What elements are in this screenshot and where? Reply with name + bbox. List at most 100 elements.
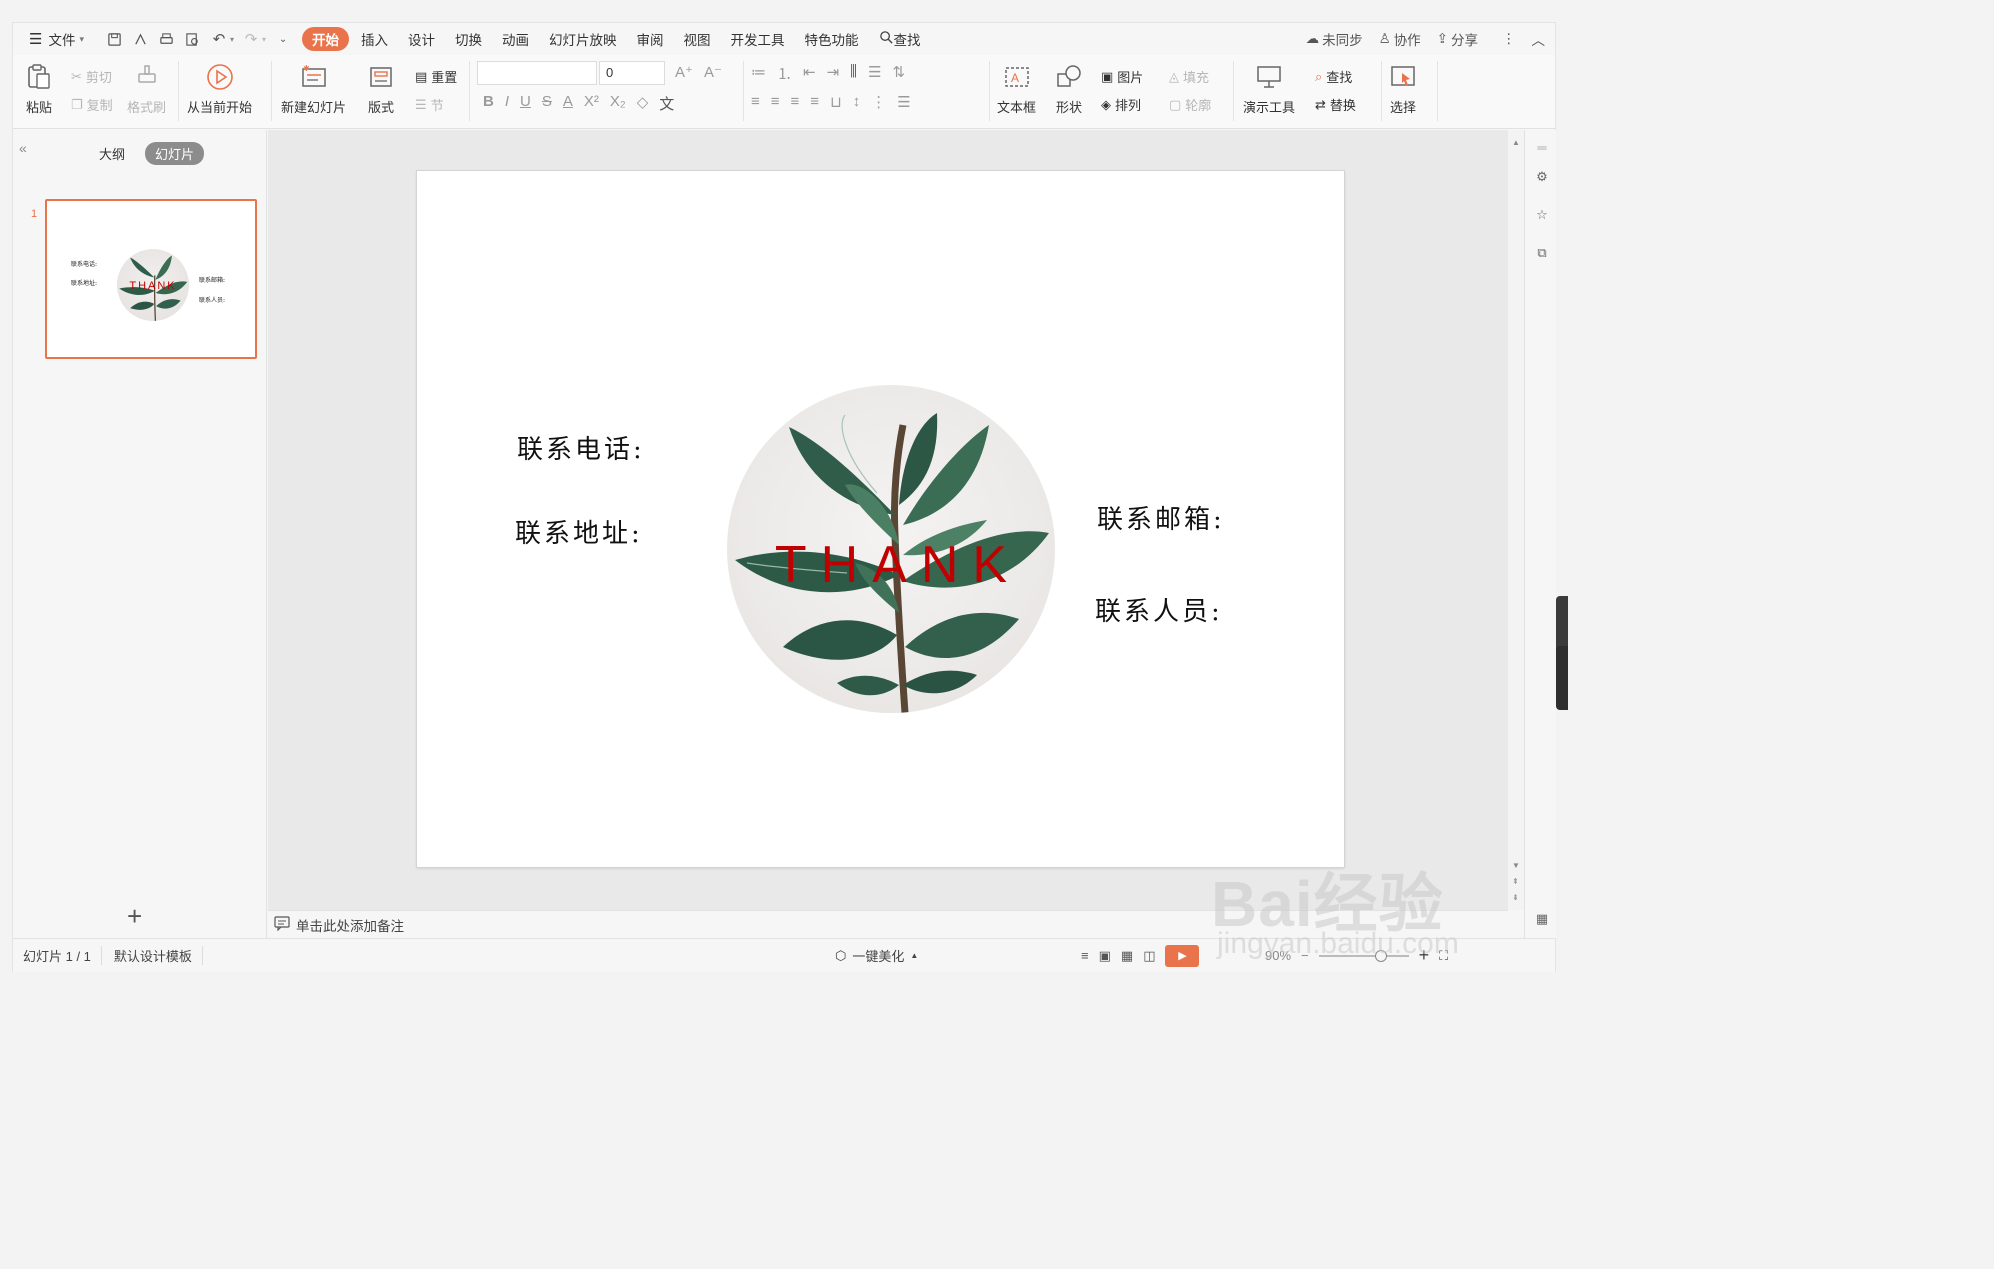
font-color-icon[interactable]: A xyxy=(563,93,573,114)
scroll-down-icon[interactable]: ▼ xyxy=(1512,858,1520,874)
more-icon[interactable]: ⋮ xyxy=(1502,31,1516,47)
slideshow-play-button[interactable]: ▶ xyxy=(1165,944,1200,967)
phone-label[interactable]: 联系电话: xyxy=(517,429,645,466)
template-name[interactable]: 默认设计模板 xyxy=(114,946,203,965)
sync-status[interactable]: ☁ 未同步 xyxy=(1306,29,1363,49)
vertical-scrollbar[interactable]: ▲ ▼ ⇞ ⇟ xyxy=(1508,130,1524,910)
tab-transitions[interactable]: 切换 xyxy=(447,27,490,51)
zoom-slider[interactable] xyxy=(1318,949,1409,962)
font-size-combo[interactable]: 0 xyxy=(599,61,665,85)
numbered-list-icon[interactable]: ⒈ xyxy=(777,63,792,84)
customize-chevron-icon[interactable]: ⌄ xyxy=(274,30,292,48)
star-icon[interactable]: ☆ xyxy=(1533,206,1551,224)
grid-icon[interactable]: ▦ xyxy=(1533,910,1551,928)
reset-button[interactable]: ▤ 重置 xyxy=(415,67,457,86)
file-menu[interactable]: ☰ 文件 ▾ xyxy=(21,27,92,51)
tab-view[interactable]: 视图 xyxy=(676,27,719,51)
beautify-button[interactable]: ⬡ 一键美化 ▲ xyxy=(835,946,918,965)
increase-font-icon[interactable]: A⁺ xyxy=(675,63,693,81)
eraser-icon[interactable]: ◇ xyxy=(637,93,649,114)
justify-icon[interactable]: ≡ xyxy=(810,93,819,111)
decrease-font-icon[interactable]: A⁻ xyxy=(704,63,722,81)
tab-special[interactable]: 特色功能 xyxy=(797,27,867,51)
italic-icon[interactable]: I xyxy=(505,93,509,114)
fit-window-icon[interactable]: ⛶ xyxy=(1439,948,1448,964)
tab-slideshow[interactable]: 幻灯片放映 xyxy=(541,27,625,51)
bullet-indent-icon[interactable]: ⋮ xyxy=(871,93,886,111)
section-button[interactable]: ☰ 节 xyxy=(415,95,444,114)
edge-tab[interactable] xyxy=(1556,646,1568,710)
subscript-icon[interactable]: X₂ xyxy=(610,93,626,114)
picture-button[interactable]: ▣ 图片 xyxy=(1101,67,1143,86)
distribute-icon[interactable]: ⊔ xyxy=(830,93,842,111)
slide-thumbnail[interactable]: 联系电话: 联系地址: 联系邮箱: 联系人员: THANK xyxy=(45,199,257,359)
contact-person-label[interactable]: 联系人员: xyxy=(1095,591,1223,628)
collapse-pane-icon[interactable]: « xyxy=(19,140,27,156)
tab-animations[interactable]: 动画 xyxy=(494,27,537,51)
play-from-current-button[interactable]: 从当前开始 xyxy=(187,63,252,116)
save-icon[interactable] xyxy=(106,30,124,48)
undo-dropdown-icon[interactable]: ▾ xyxy=(230,35,234,44)
zoom-in-icon[interactable]: + xyxy=(1419,945,1430,966)
align-right-icon[interactable]: ≡ xyxy=(791,93,800,111)
underline-icon[interactable]: U xyxy=(520,93,531,114)
layout-button[interactable]: 版式 xyxy=(367,63,395,116)
tab-developer[interactable]: 开发工具 xyxy=(723,27,793,51)
add-slide-button[interactable]: + xyxy=(127,901,142,932)
collab-button[interactable]: ♙ 协作 xyxy=(1379,29,1421,49)
reading-view-icon[interactable]: ◫ xyxy=(1143,948,1155,964)
print-icon[interactable] xyxy=(158,30,176,48)
format-painter-button[interactable]: 格式刷 xyxy=(127,63,166,116)
plant-image[interactable]: THANK xyxy=(727,385,1055,713)
slide-sorter-icon[interactable]: ▦ xyxy=(1121,948,1133,964)
bold-icon[interactable]: B xyxy=(483,93,494,114)
scroll-up-icon[interactable]: ▲ xyxy=(1512,138,1520,147)
cut-button[interactable]: ✂ 剪切 xyxy=(71,67,112,86)
align-left-icon[interactable]: ≡ xyxy=(751,93,760,111)
tab-home[interactable]: 开始 xyxy=(302,27,350,51)
collapse-ribbon-icon[interactable]: ︿ xyxy=(1532,29,1546,49)
superscript-icon[interactable]: X² xyxy=(584,93,599,114)
textbox-button[interactable]: A 文本框 xyxy=(997,63,1036,116)
outdent-icon[interactable]: ⇤ xyxy=(803,63,816,84)
paste-button[interactable]: 粘贴 xyxy=(25,63,53,116)
tab-slides[interactable]: 幻灯片 xyxy=(145,142,205,165)
prev-page-icon[interactable]: ⇞ xyxy=(1512,874,1520,890)
tab-review[interactable]: 审阅 xyxy=(629,27,672,51)
tab-design[interactable]: 设计 xyxy=(400,27,443,51)
undo-icon[interactable]: ↶ xyxy=(210,30,228,48)
strikethrough-icon[interactable]: S xyxy=(542,93,552,114)
address-label[interactable]: 联系地址: xyxy=(515,513,643,550)
fill-button[interactable]: ◬ 填充 xyxy=(1169,67,1209,86)
arrange-button[interactable]: ◈ 排列 xyxy=(1101,95,1141,114)
thank-text[interactable]: THANK xyxy=(727,535,1055,595)
slide[interactable]: 联系电话: 联系地址: 联系邮箱: 联系人员: THANK xyxy=(417,171,1344,867)
share-button[interactable]: ⇪ 分享 xyxy=(1437,29,1478,49)
bullet-list-icon[interactable]: ≔ xyxy=(751,63,766,84)
format-icon[interactable] xyxy=(132,30,150,48)
replace-button[interactable]: ⇄ 替换 xyxy=(1315,95,1356,114)
zoom-out-icon[interactable]: − xyxy=(1301,948,1309,963)
find-button[interactable]: ⌕ 查找 xyxy=(1315,67,1352,86)
zoom-level[interactable]: 90% xyxy=(1265,948,1291,963)
normal-view-icon[interactable]: ▣ xyxy=(1099,948,1111,964)
print-preview-icon[interactable] xyxy=(184,30,202,48)
new-slide-button[interactable]: ✱ 新建幻灯片 xyxy=(281,63,346,116)
text-effect-icon[interactable]: 文 xyxy=(659,93,674,114)
line-spacing-icon[interactable]: ☰ xyxy=(868,63,881,84)
shape-button[interactable]: 形状 xyxy=(1055,63,1083,116)
search-button[interactable]: 查找 xyxy=(871,27,929,51)
columns-icon[interactable]: ⫼ xyxy=(850,63,857,84)
notes-bar[interactable]: 单击此处添加备注 xyxy=(268,910,1508,938)
text-direction-icon[interactable]: ⇅ xyxy=(893,63,906,84)
outline-button[interactable]: ▢ 轮廓 xyxy=(1169,95,1211,114)
indent-icon[interactable]: ⇥ xyxy=(827,63,840,84)
para-spacing-icon[interactable]: ↕ xyxy=(853,93,861,111)
email-label[interactable]: 联系邮箱: xyxy=(1097,499,1225,536)
redo-dropdown-icon[interactable]: ▾ xyxy=(262,35,266,44)
notes-toggle-icon[interactable]: ≡ xyxy=(1081,948,1089,963)
swap-icon[interactable]: ⧉ xyxy=(1533,244,1551,262)
select-button[interactable]: 选择 xyxy=(1389,63,1417,116)
align-center-icon[interactable]: ≡ xyxy=(771,93,780,111)
copy-button[interactable]: ❐ 复制 xyxy=(71,95,113,114)
